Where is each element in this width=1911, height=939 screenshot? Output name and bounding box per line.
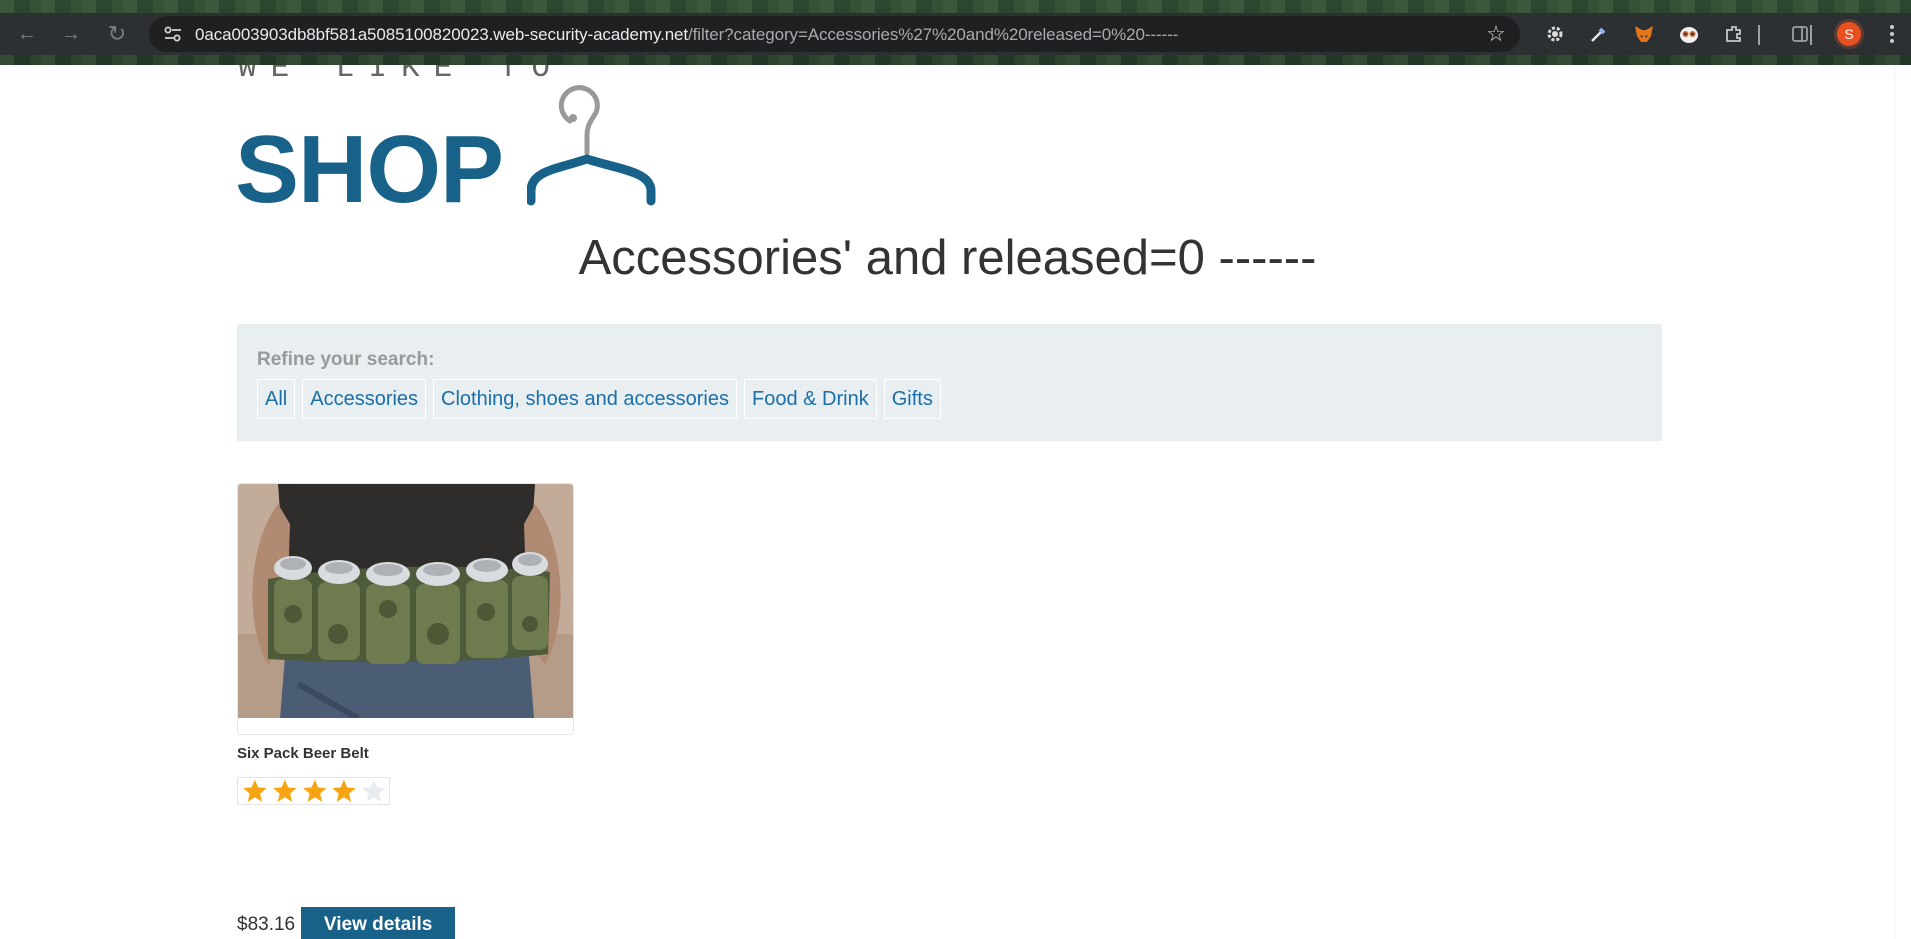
eyedropper-extension-icon[interactable] [1587,22,1611,46]
filter-link-accessories[interactable]: Accessories [302,379,427,419]
profile-avatar[interactable]: S [1834,19,1864,49]
page-title: Accessories' and released=0 ------ [578,231,1317,285]
toolbar-separator [1810,25,1812,45]
logo-tagline: WE LIKE TO [238,65,565,86]
filter-link-food-drink[interactable]: Food & Drink [744,379,877,419]
side-panel-icon[interactable] [1788,22,1812,46]
price-row: $83.16 View details [237,907,456,939]
star-filled-icon [243,779,267,802]
product-card: Six Pack Beer Belt $83.16 View details [237,483,574,939]
url-host: 0aca003903db8bf581a5085100820023.web-sec… [195,25,689,44]
product-rating [237,777,390,805]
site-info-icon[interactable] [163,24,183,44]
product-price: $83.16 [237,914,296,935]
toolbar-separator [1758,25,1760,45]
shop-logo[interactable]: WE LIKE TO SHOP [235,65,685,241]
url-path: /filter?category=Accessories%27%20and%20… [688,25,1179,44]
filter-link-all[interactable]: All [257,379,296,419]
product-image [237,483,574,735]
filter-panel: Refine your search: All Accessories Clot… [237,324,1662,441]
star-empty-icon [362,779,386,802]
product-name: Six Pack Beer Belt [237,745,369,762]
filter-title: Refine your search: [257,349,435,370]
back-icon[interactable]: ← [14,21,40,47]
reload-icon[interactable]: ↻ [104,21,130,47]
bookmark-star-icon[interactable]: ☆ [1484,22,1508,46]
web-page: WE LIKE TO SHOP Accessories' and release… [0,65,1911,939]
page-scrollbar[interactable] [1894,65,1911,939]
url-text[interactable]: 0aca003903db8bf581a5085100820023.web-sec… [195,25,1178,45]
category-filter-links: All Accessories Clothing, shoes and acce… [257,379,941,419]
view-details-button[interactable]: View details [301,907,456,939]
address-bar[interactable]: 0aca003903db8bf581a5085100820023.web-sec… [149,16,1520,52]
hanger-icon [527,85,656,206]
star-filled-icon [302,779,327,802]
filter-link-gifts[interactable]: Gifts [883,379,941,419]
logo-word: SHOP [235,116,504,223]
metamask-fox-icon[interactable] [1632,22,1656,46]
star-filled-icon [332,779,356,802]
browser-chrome: ← → ↻ 0aca003903db8bf581a5085100820023.w… [0,0,1911,65]
browser-menu-icon[interactable] [1884,23,1900,45]
settings-gear-icon[interactable] [1543,22,1567,46]
forward-icon[interactable]: → [58,21,84,47]
owl-extension-icon[interactable] [1677,22,1701,46]
browser-toolbar: ← → ↻ 0aca003903db8bf581a5085100820023.w… [0,13,1911,55]
filter-link-clothing[interactable]: Clothing, shoes and accessories [433,379,737,419]
star-filled-icon [272,779,297,802]
extensions-puzzle-icon[interactable] [1722,22,1746,46]
